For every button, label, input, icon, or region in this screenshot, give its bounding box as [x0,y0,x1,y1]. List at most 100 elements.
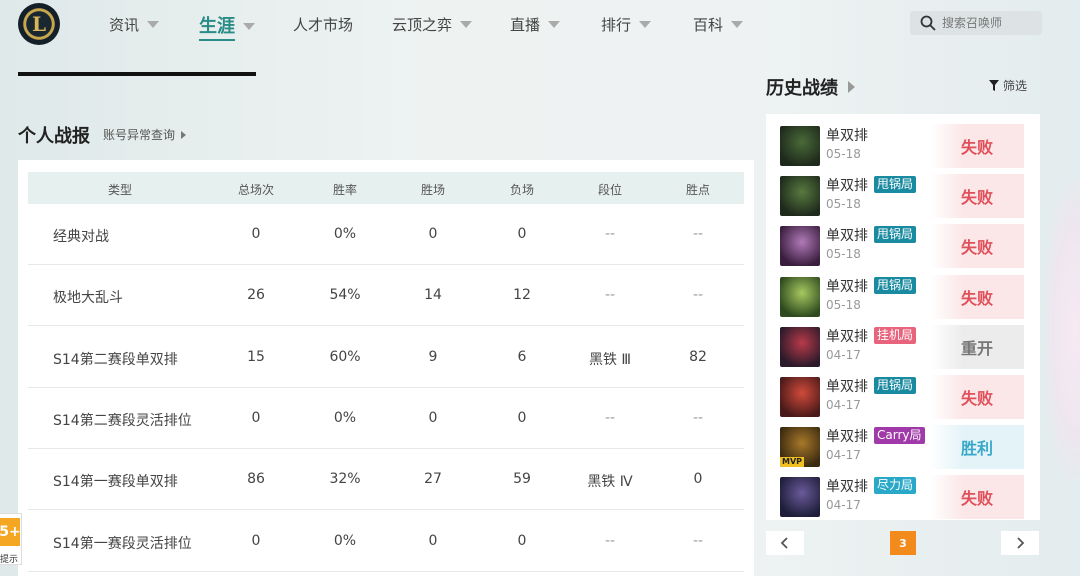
caret-down-icon [243,23,255,30]
stat-cell: 黑铁 Ⅳ [587,474,633,491]
nav-item-0[interactable]: 资讯 [109,14,160,35]
queue-mode: 单双排 [826,128,868,144]
nav-item-6[interactable]: 百科 [693,14,744,35]
nav-item-label: 云顶之弈 [392,16,453,34]
table-header: 类型 总场次 胜率 胜场 负场 段位 胜点 [28,172,744,204]
report-title: 个人战报 [18,126,90,147]
nav-item-label: 直播 [510,16,541,34]
stat-cell: 26 [247,287,265,304]
match-row[interactable]: MVP 单双排 Carry局 04-17 胜利 [778,425,1024,471]
stat-cell: -- [692,287,704,304]
stat-cell: 0 [517,409,527,426]
side-notice-badge[interactable]: 5+ 提示 [0,513,22,565]
match-row[interactable]: 单双排 挂机局 04-17 重开 [778,324,1024,371]
match-result: 失败 [930,375,1024,419]
caret-down-icon [639,21,652,28]
stat-cell: 9 [428,348,438,365]
stats-table: 类型 总场次 胜率 胜场 负场 段位 胜点 经典对战 0 0% 0 0 -- -- 极地大乱斗 26 54% 1… [18,160,754,576]
table-row: 极地大乱斗 26 54% 14 12 -- -- [28,265,744,327]
match-date: 05-18 [826,197,861,212]
stat-cell: -- [692,532,704,549]
notice-count: 5+ [0,518,21,546]
match-tag: 挂机局 [874,326,917,344]
match-date: 05-18 [826,247,861,262]
nav-item-5[interactable]: 排行 [601,14,652,35]
champion-avatar [780,326,820,367]
queue-type-cell: S14第二赛段单双排 [53,351,178,368]
match-row[interactable]: 单双排 甩锅局 05-18 失败 [778,274,1024,321]
stat-cell: 0% [333,226,357,242]
nav-item-label: 人才市场 [293,16,354,34]
column-header: 胜场 [420,183,446,197]
queue-mode: 单双排 [826,228,868,245]
arrow-right-icon [181,130,187,139]
stat-cell: 0 [428,532,438,549]
queue-mode: 单双排 [826,278,868,295]
nav-item-label: 资讯 [109,16,140,34]
queue-type-cell: S14第一赛段灵活排位 [53,535,192,552]
nav-item-3[interactable]: 云顶之弈 [392,14,473,35]
search-input[interactable] [942,16,1032,30]
stat-cell: 54% [329,287,361,304]
queue-mode: 单双排 [826,479,868,496]
match-row[interactable]: 单双排 尽力局 04-17 失败 [778,475,1024,521]
stat-cell: 0 [251,532,261,549]
nav-item-label: 排行 [601,16,632,34]
match-result: 失败 [930,174,1024,219]
match-row[interactable]: 单双排 甩锅局 04-17 失败 [778,375,1024,421]
stat-cell: 86 [247,471,265,488]
match-row[interactable]: 单双排 甩锅局 05-18 失败 [778,224,1024,270]
champion-avatar [780,226,820,267]
nav-item-1[interactable]: 生涯 [199,12,255,41]
stat-cell: -- [692,226,704,242]
account-anomaly-link[interactable]: 账号异常查询 [103,126,187,143]
match-date: 05-18 [826,297,861,312]
stat-cell: 59 [513,471,531,488]
queue-type-cell: 极地大乱斗 [53,290,123,307]
prev-page-button[interactable] [766,531,804,555]
champion-avatar [780,276,820,317]
filter-button[interactable]: 筛选 [989,77,1027,94]
mvp-badge: MVP [780,457,805,468]
stat-cell: 82 [689,348,707,365]
filter-label: 筛选 [1003,79,1028,93]
current-page[interactable]: 3 [890,531,916,555]
stat-cell: 0 [428,226,438,242]
filter-icon [989,80,999,91]
stat-cell: 0 [428,409,438,426]
match-tag: 甩锅局 [874,176,917,194]
column-header: 段位 [597,183,623,197]
stat-cell: 黑铁 Ⅲ [588,351,632,368]
champion-avatar [780,126,820,166]
stat-cell: 6 [517,348,527,365]
summoner-search[interactable] [910,11,1042,35]
queue-mode: 单双排 [826,328,868,345]
table-row: S14第一赛段单双排 86 32% 27 59 黑铁 Ⅳ 0 [28,449,744,511]
arrow-right-icon [848,81,855,93]
match-row[interactable]: 单双排 05-18 失败 [778,124,1024,170]
match-result: 胜利 [930,425,1024,470]
stat-cell: 0 [251,226,261,242]
nav-item-2[interactable]: 人才市场 [293,14,353,35]
lol-logo[interactable]: L [18,3,60,45]
stat-cell: 0 [251,409,261,426]
match-result: 失败 [930,274,1024,319]
match-row[interactable]: 单双排 甩锅局 05-18 失败 [778,174,1024,220]
table-row: S14第二赛段单双排 15 60% 9 6 黑铁 Ⅲ 82 [28,327,744,388]
next-page-button[interactable] [1001,531,1039,555]
match-tag: Carry局 [874,427,925,445]
stat-cell: 60% [329,348,361,365]
match-result: 失败 [930,124,1024,168]
stat-cell: 32% [329,471,361,488]
match-history-list: 单双排 05-18 失败 单双排 甩锅局 05-18 失败 单双排 甩锅局 05-18 失败 单双排甩… [766,114,1040,520]
match-tag: 甩锅局 [874,377,917,394]
tab-underline [18,72,256,76]
queue-mode: 单双排 [826,379,868,395]
caret-down-icon [147,21,160,28]
nav-item-4[interactable]: 直播 [510,14,561,35]
match-date: 05-18 [826,147,861,161]
stat-cell: 0% [333,409,357,426]
history-title[interactable]: 历史战绩 [766,74,855,100]
champion-avatar [780,377,820,417]
chevron-right-icon [1017,537,1025,549]
